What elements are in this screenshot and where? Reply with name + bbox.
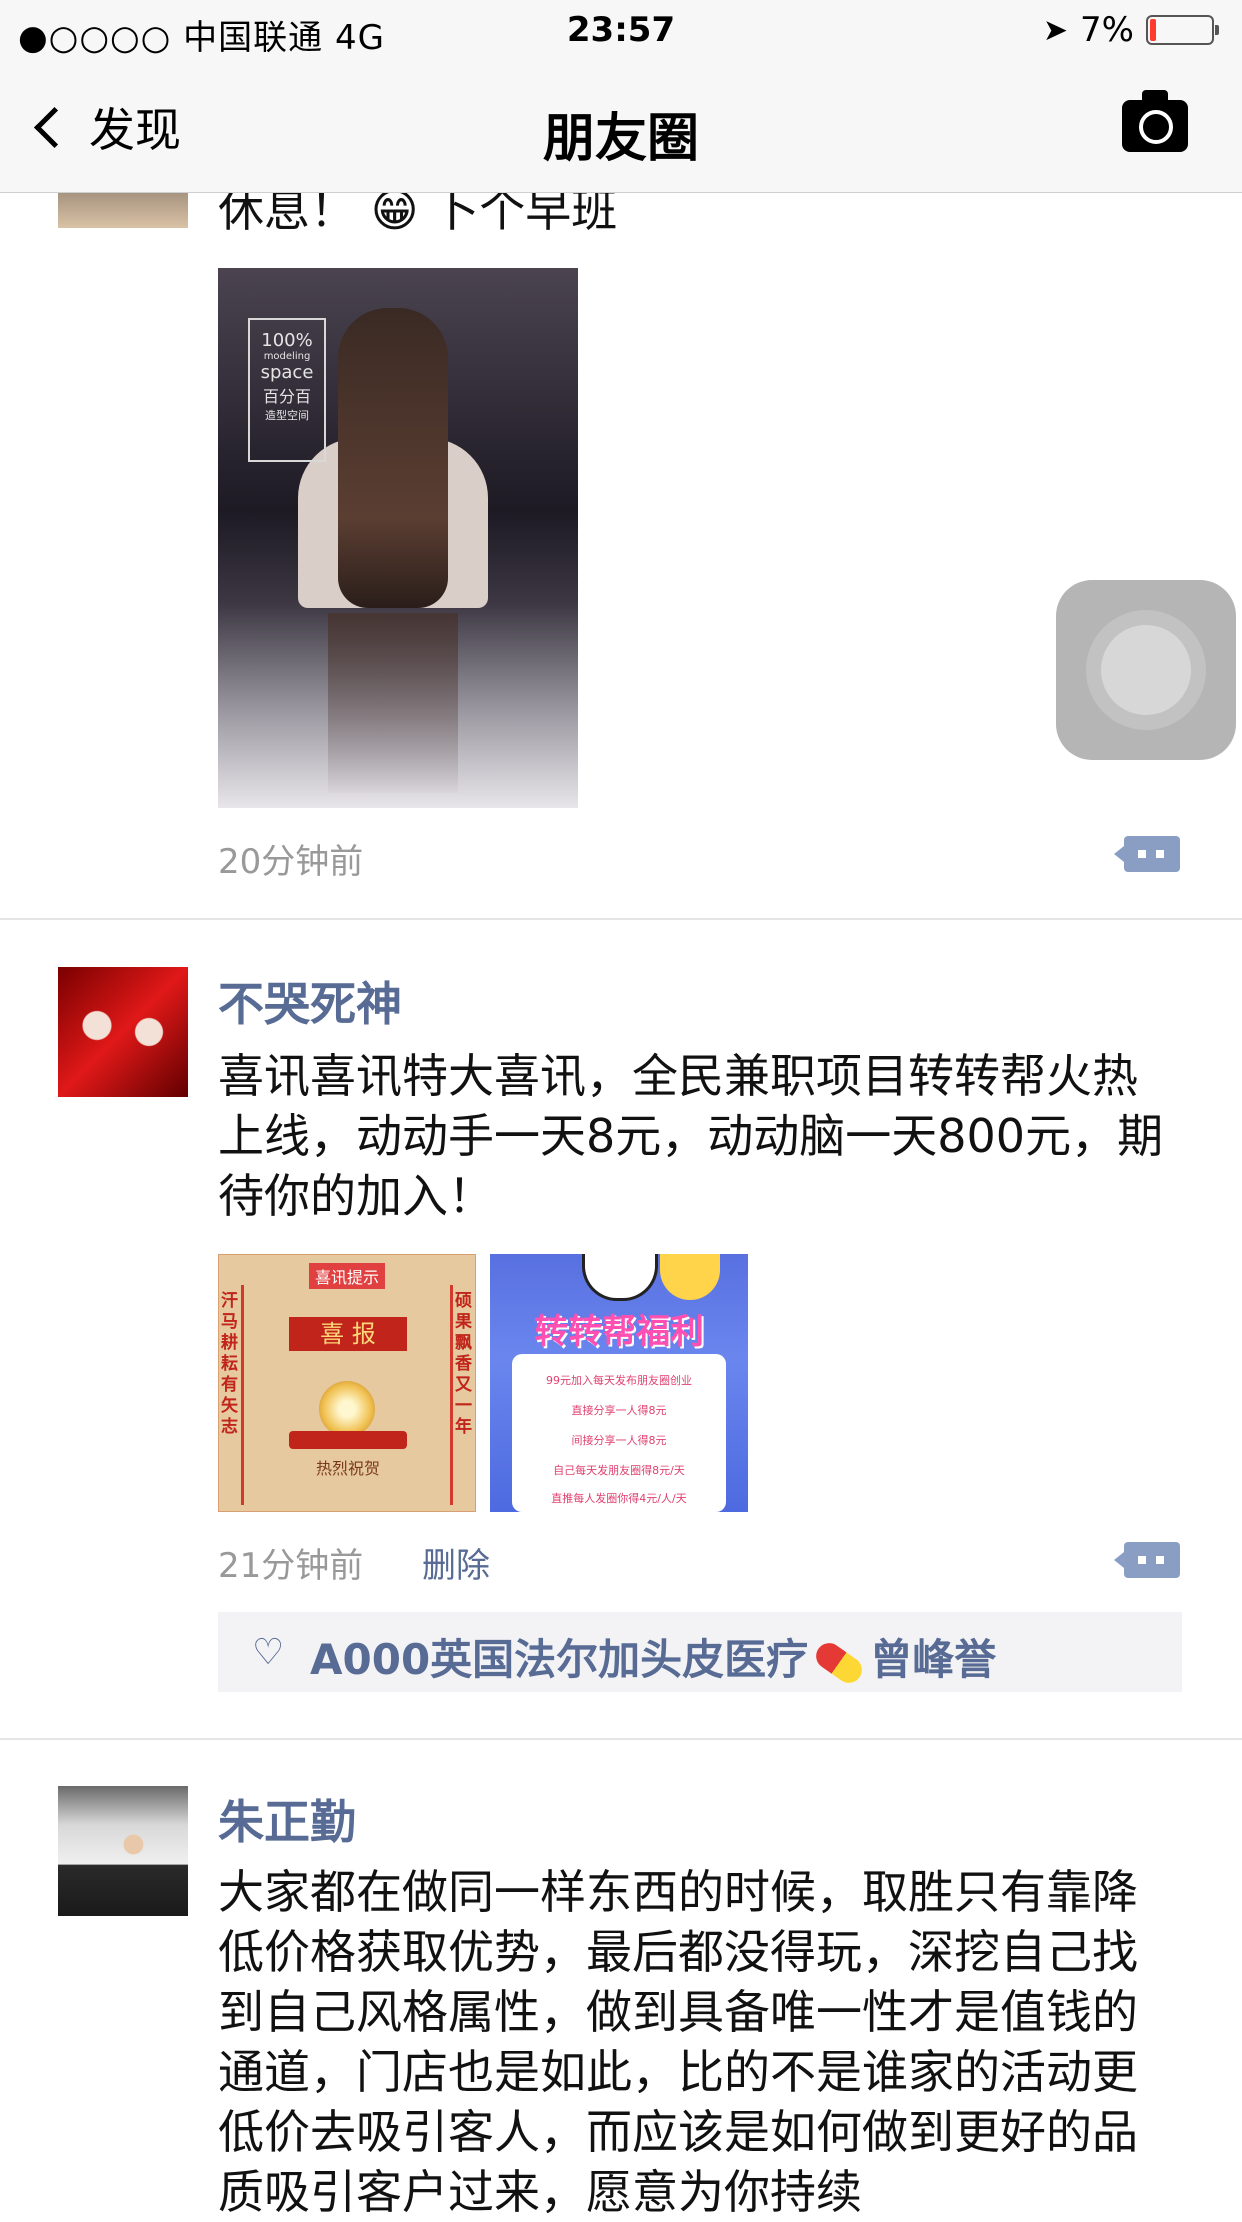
battery-icon	[1146, 15, 1219, 45]
post-image[interactable]: 转转帮福利 99元加入每天发布朋友圈创业 直接分享一人得8元 间接分享一人得8元…	[490, 1254, 748, 1512]
reflection	[328, 613, 458, 793]
panda-icon	[582, 1254, 658, 1301]
assistive-touch-button[interactable]	[1056, 580, 1236, 760]
ribbon	[289, 1431, 407, 1449]
hair-front	[338, 308, 448, 608]
image-logo: 100% modeling space 百分百 造型空间	[248, 318, 326, 462]
poster-name[interactable]: 不哭死神	[218, 968, 402, 1034]
page-title: 朋友圈	[542, 109, 699, 169]
post-text: 大家都在做同一样东西的时候，取胜只有靠降低价格获取优势，最后都没得玩，深挖自己找…	[218, 1865, 1138, 2219]
avatar[interactable]	[58, 967, 188, 1097]
post-image[interactable]: 喜讯提示 汗马耕耘有矢志 硕果飘香又一年 喜 报 热烈祝贺	[218, 1254, 476, 1512]
avatar[interactable]	[58, 1786, 188, 1916]
post-time: 20分钟前	[218, 842, 364, 882]
status-bar: ●○○○○ 中国联通 4G 23:57 ➤ 7%	[0, 0, 1242, 60]
pill-icon	[811, 1637, 868, 1688]
poster-name[interactable]: 朱正勤	[218, 1786, 356, 1852]
likes-names[interactable]: A000英国法尔加头皮医疗 曾峰誉	[310, 1626, 996, 1688]
delete-link[interactable]: 删除	[422, 1538, 490, 1587]
heart-icon: ♡	[252, 1632, 285, 1673]
comment-button[interactable]	[1114, 836, 1180, 872]
post-text: 喜讯喜讯特大喜讯，全民兼职项目转转帮火热上线，动动手一天8元，动动脑一天800元…	[218, 1049, 1164, 1223]
post-divider	[0, 918, 1242, 920]
yellow-char	[660, 1254, 720, 1300]
status-right: ➤ 7%	[1042, 10, 1219, 50]
post-time: 21分钟前	[218, 1546, 364, 1586]
post-image[interactable]: 100% modeling space 百分百 造型空间	[218, 268, 578, 808]
location-arrow-icon: ➤	[1042, 12, 1069, 48]
top-bar: ●○○○○ 中国联通 4G 23:57 ➤ 7% 发现 朋友圈	[0, 0, 1242, 193]
likes-panel: ♡ A000英国法尔加头皮医疗 曾峰誉	[218, 1612, 1182, 1692]
post-divider	[0, 1738, 1242, 1740]
comment-button[interactable]	[1114, 1542, 1180, 1578]
battery-percent: 7%	[1080, 10, 1134, 50]
trophy-icon	[319, 1381, 375, 1437]
camera-icon[interactable]	[1122, 90, 1188, 152]
